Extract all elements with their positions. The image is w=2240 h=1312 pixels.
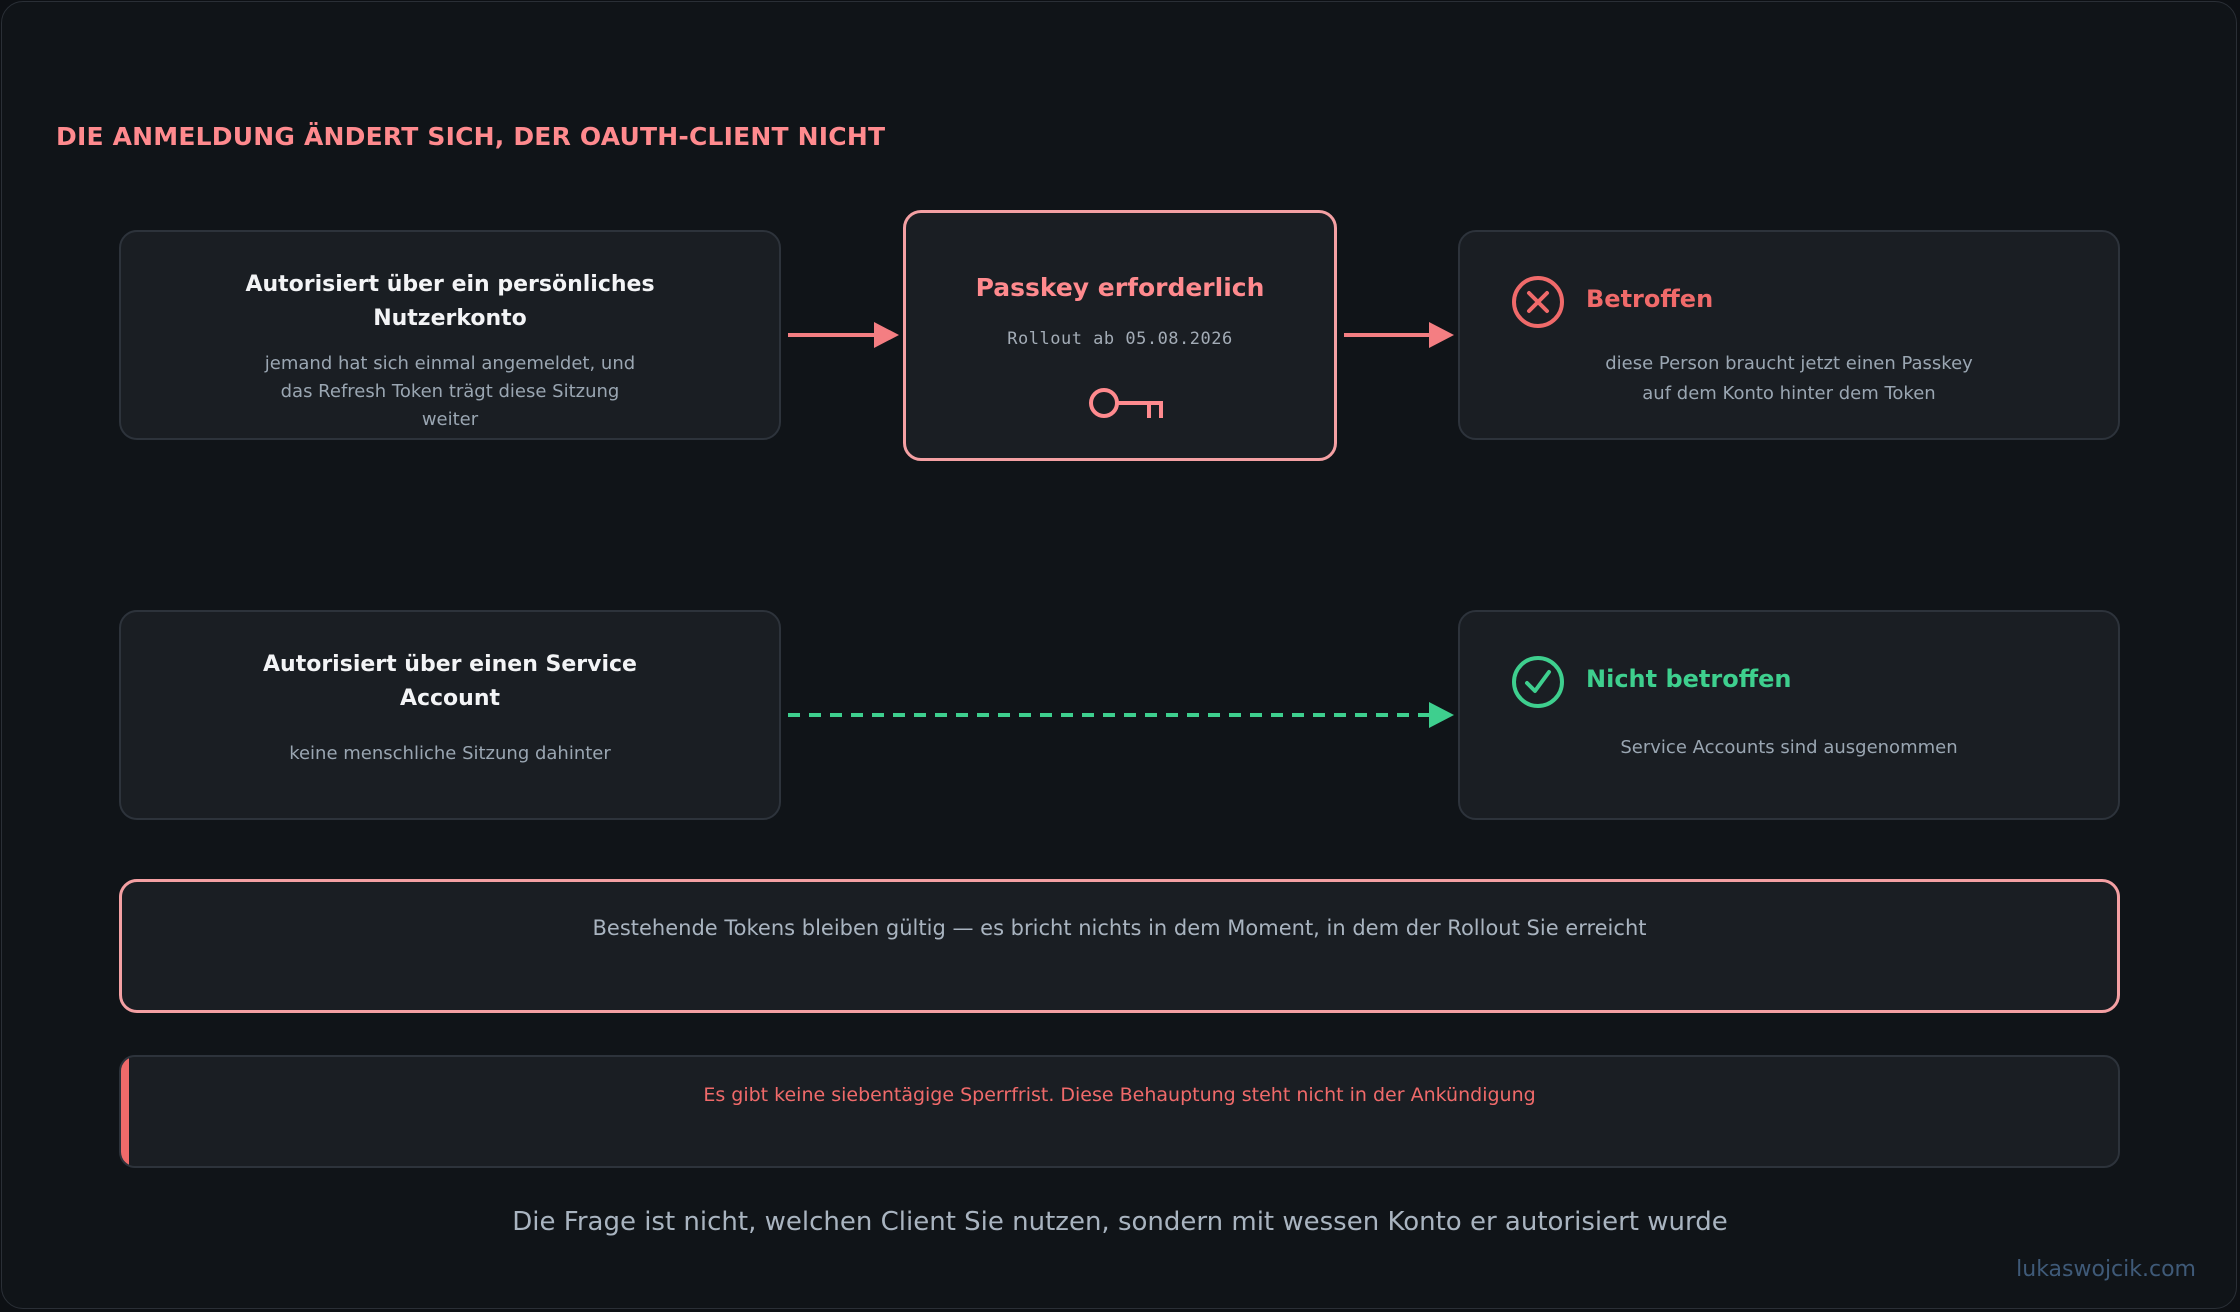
warning-callout: Es gibt keine siebentägige Sperrfrist. D…	[119, 1055, 2120, 1168]
warning-text: Es gibt keine siebentägige Sperrfrist. D…	[703, 1084, 1536, 1106]
arrow-service-to-not-affected	[788, 702, 1454, 728]
note-text: Bestehende Tokens bleiben gültig — es br…	[592, 916, 1647, 940]
arrow-passkey-to-affected	[1344, 322, 1454, 348]
credit-link[interactable]: lukaswojcik.com	[2016, 1257, 2196, 1282]
warning-accent-bar	[121, 1057, 129, 1166]
arrow-personal-to-passkey	[788, 322, 899, 348]
footer-question: Die Frage ist nicht, welchen Client Sie …	[512, 1207, 1728, 1237]
tokens-remain-valid-note: Bestehende Tokens bleiben gültig — es br…	[119, 879, 2120, 1013]
